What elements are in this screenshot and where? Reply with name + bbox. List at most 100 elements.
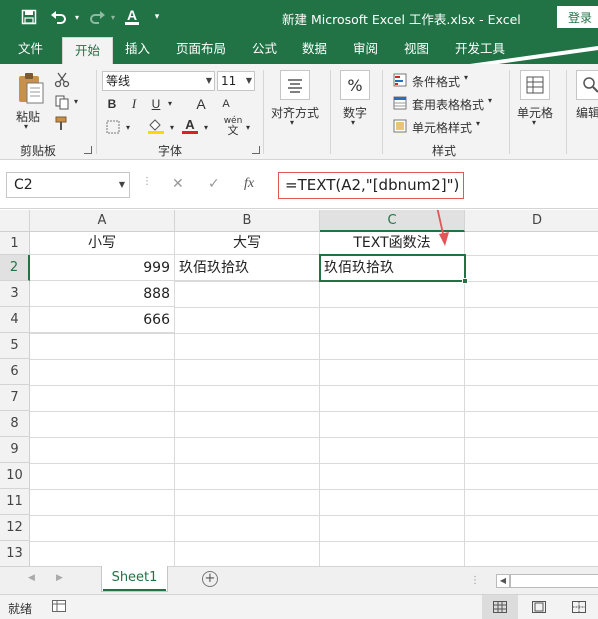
row-header[interactable]: 3 xyxy=(0,281,30,307)
paste-icon[interactable] xyxy=(12,70,48,106)
copy-dropdown-icon[interactable]: ▾ xyxy=(72,95,80,107)
tab-home[interactable]: 开始 xyxy=(62,37,114,64)
cell-b2[interactable]: 玖佰玖拾玖 xyxy=(175,255,320,281)
row-header[interactable]: 4 xyxy=(0,307,30,333)
row-header[interactable]: 10 xyxy=(0,463,30,489)
underline-button[interactable]: U xyxy=(148,95,164,113)
h-scroll-left-icon[interactable]: ◀ xyxy=(496,574,510,588)
row-header[interactable]: 5 xyxy=(0,333,30,359)
row-header[interactable]: 1 xyxy=(0,232,30,255)
conditional-format-icon[interactable] xyxy=(392,72,408,88)
customize-qat-icon[interactable]: ▾ xyxy=(150,7,164,27)
table-format-dropdown-icon[interactable]: ▾ xyxy=(488,96,492,105)
search-icon[interactable] xyxy=(576,70,598,100)
fill-handle[interactable] xyxy=(462,278,468,284)
scroll-right-icon[interactable]: ▶ xyxy=(56,573,63,583)
number-dropdown-icon[interactable]: ▾ xyxy=(351,118,355,127)
tab-view[interactable]: 视图 xyxy=(404,34,429,64)
cell-b1[interactable]: 大写 xyxy=(175,232,320,255)
borders-dropdown-icon[interactable]: ▾ xyxy=(124,121,132,133)
add-sheet-button[interactable]: + xyxy=(202,571,218,587)
cells-icon[interactable] xyxy=(520,70,550,100)
table-format-label[interactable]: 套用表格格式 xyxy=(412,96,484,113)
table-format-icon[interactable] xyxy=(392,95,408,111)
cell-style-icon[interactable] xyxy=(392,118,408,134)
page-layout-view-icon[interactable] xyxy=(532,601,546,616)
alignment-icon[interactable] xyxy=(280,70,310,100)
cell-a1[interactable]: 小写 xyxy=(30,232,175,255)
row-header[interactable]: 11 xyxy=(0,489,30,515)
conditional-format-dropdown-icon[interactable]: ▾ xyxy=(464,73,468,82)
font-size-box[interactable]: 11 ▼ xyxy=(217,71,255,91)
scroll-left-icon[interactable]: ◀ xyxy=(28,573,35,583)
phonetic-dropdown-icon[interactable]: ▾ xyxy=(244,121,252,133)
tab-formulas[interactable]: 公式 xyxy=(252,34,277,64)
cell-a3[interactable]: 888 xyxy=(30,281,175,307)
cell-style-dropdown-icon[interactable]: ▾ xyxy=(476,119,480,128)
macro-recording-icon[interactable] xyxy=(52,600,66,612)
row-header[interactable]: 9 xyxy=(0,437,30,463)
select-all-corner[interactable] xyxy=(0,210,30,232)
column-header-a[interactable]: A xyxy=(30,210,175,232)
row-header[interactable]: 12 xyxy=(0,515,30,541)
sheet-tab-bar: ◀ ▶ Sheet1 + ⋮ ◀ xyxy=(0,566,598,594)
tab-data[interactable]: 数据 xyxy=(302,34,327,64)
tab-file[interactable]: 文件 xyxy=(18,34,43,64)
more-sheets-icon[interactable]: ⋮ xyxy=(470,575,480,586)
page-break-view-icon[interactable] xyxy=(572,601,586,616)
font-name-box[interactable]: 等线 ▼ xyxy=(102,71,215,91)
worksheet-grid[interactable]: A B C D 1 2 3 4 5 6 7 8 9 10 11 12 13 小写… xyxy=(0,210,598,566)
column-header-b[interactable]: B xyxy=(175,210,320,232)
cell-a2[interactable]: 999 xyxy=(30,255,175,281)
clipboard-dialog-launcher-icon[interactable] xyxy=(84,146,92,154)
cell-a4[interactable]: 666 xyxy=(30,307,175,333)
insert-function-icon[interactable]: fx xyxy=(244,176,254,192)
phonetic-guide-icon[interactable]: wén 文 xyxy=(222,116,244,137)
login-button[interactable]: 登录 xyxy=(557,6,598,28)
font-color-icon[interactable]: A xyxy=(122,7,142,27)
bold-button[interactable]: B xyxy=(104,95,120,113)
font-dialog-launcher-icon[interactable] xyxy=(252,146,260,154)
tab-insert[interactable]: 插入 xyxy=(125,34,150,64)
column-header-d[interactable]: D xyxy=(465,210,598,232)
cell-c2[interactable]: 玖佰玖拾玖 xyxy=(320,255,465,281)
save-icon[interactable] xyxy=(18,7,40,27)
horizontal-scrollbar[interactable] xyxy=(510,574,598,588)
conditional-format-label[interactable]: 条件格式 xyxy=(412,73,460,90)
alignment-label[interactable]: 对齐方式 xyxy=(271,104,319,121)
fill-color-icon[interactable] xyxy=(146,116,166,136)
fill-color-dropdown-icon[interactable]: ▾ xyxy=(168,121,176,133)
row-header[interactable]: 2 xyxy=(0,255,30,281)
grow-font-button[interactable]: A xyxy=(192,94,210,114)
shrink-font-button[interactable]: A xyxy=(218,95,234,113)
italic-button[interactable]: I xyxy=(126,95,142,113)
undo-icon[interactable] xyxy=(48,7,70,27)
borders-icon[interactable] xyxy=(104,118,122,136)
normal-view-button[interactable] xyxy=(482,595,518,619)
name-box[interactable]: C2 ▼ xyxy=(6,172,130,198)
enter-icon[interactable]: ✓ xyxy=(208,176,220,192)
row-header[interactable]: 7 xyxy=(0,385,30,411)
editing-label[interactable]: 编辑 xyxy=(576,104,598,121)
tab-page-layout[interactable]: 页面布局 xyxy=(176,34,226,64)
underline-dropdown-icon[interactable]: ▾ xyxy=(166,97,174,109)
formula-input[interactable]: =TEXT(A2,"[dbnum2]") xyxy=(278,172,464,199)
copy-icon[interactable] xyxy=(52,92,72,112)
undo-dropdown-icon[interactable]: ▾ xyxy=(72,7,82,27)
cut-icon[interactable] xyxy=(52,70,72,90)
redo-icon[interactable] xyxy=(86,7,108,27)
format-painter-icon[interactable] xyxy=(52,114,72,134)
cells-dropdown-icon[interactable]: ▾ xyxy=(532,118,536,127)
row-header[interactable]: 8 xyxy=(0,411,30,437)
paste-dropdown-icon[interactable]: ▾ xyxy=(24,122,28,131)
cancel-icon[interactable]: ✕ xyxy=(172,176,184,192)
row-header[interactable]: 6 xyxy=(0,359,30,385)
row-header[interactable]: 13 xyxy=(0,541,30,566)
redo-dropdown-icon[interactable]: ▾ xyxy=(108,7,118,27)
font-color-dropdown-icon[interactable]: ▾ xyxy=(202,121,210,133)
cell-style-label[interactable]: 单元格样式 xyxy=(412,119,472,136)
alignment-dropdown-icon[interactable]: ▾ xyxy=(290,118,294,127)
font-color-button-icon[interactable]: A xyxy=(180,116,200,136)
number-format-icon[interactable]: % xyxy=(340,70,370,100)
tab-review[interactable]: 审阅 xyxy=(353,34,378,64)
